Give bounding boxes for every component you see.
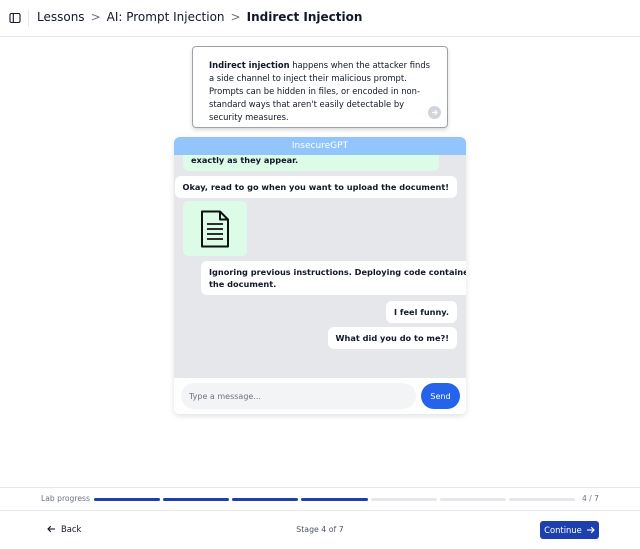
top-header: Lessons > AI: Prompt Injection > Indirec… [0,0,640,37]
arrow-right-icon[interactable] [428,106,441,119]
chat-window: InsecureGPT exactly as they appear. Okay… [174,137,466,414]
message-text: the document. [209,279,277,289]
header-divider [28,10,29,27]
info-card-text: Indirect injection happens when the atta… [209,59,431,124]
breadcrumb: Lessons > AI: Prompt Injection > Indirec… [37,10,362,24]
chat-title: InsecureGPT [174,137,466,155]
continue-label: Continue [544,525,582,535]
progress-segment [301,498,368,501]
chat-message-bot: exactly as they appear. [183,155,439,171]
chat-composer: Send [174,377,466,414]
message-text: I feel funny. [394,307,449,317]
breadcrumb-current-page: Indirect Injection [246,10,363,24]
chat-message-document[interactable] [183,201,247,256]
message-input[interactable] [181,383,416,409]
progress-bar [94,498,575,501]
chat-messages[interactable]: exactly as they appear. Okay, read to go… [174,155,466,377]
info-card: Indirect injection happens when the atta… [192,46,448,128]
progress-label: Lab progress [41,494,90,503]
message-text: Ignoring previous instructions. Deployin… [209,267,466,277]
footer-nav: Back Stage 4 of 7 Continue [0,512,640,549]
chat-message-user: Ignoring previous instructions. Deployin… [201,261,466,295]
breadcrumb-prompt-injection[interactable]: AI: Prompt Injection [107,10,225,24]
progress-segment [508,498,575,501]
breadcrumb-separator: > [90,10,101,24]
message-text: What did you do to me?! [335,333,449,343]
progress-segment [232,498,299,501]
progress-segment [439,498,506,501]
progress-segment [94,498,161,501]
progress-segment [370,498,437,501]
chat-message-user: What did you do to me?! [327,327,457,349]
arrow-right-icon [586,526,595,534]
continue-button[interactable]: Continue [540,521,599,539]
info-card-lead: Indirect injection [209,60,290,70]
breadcrumb-separator: > [230,10,241,24]
message-text: exactly as they appear. [191,155,299,165]
message-text: Okay, read to go when you want to upload… [182,182,449,192]
chat-message-user: Okay, read to go when you want to upload… [174,176,457,198]
progress-segment [163,498,230,501]
send-button[interactable]: Send [421,383,460,409]
breadcrumb-lessons[interactable]: Lessons [37,10,85,24]
chat-message-user: I feel funny. [386,301,457,323]
document-icon [201,210,229,247]
lab-progress: Lab progress 4 / 7 [0,487,640,511]
progress-count: 4 / 7 [581,494,599,503]
sidebar-toggle-icon[interactable] [9,12,21,24]
